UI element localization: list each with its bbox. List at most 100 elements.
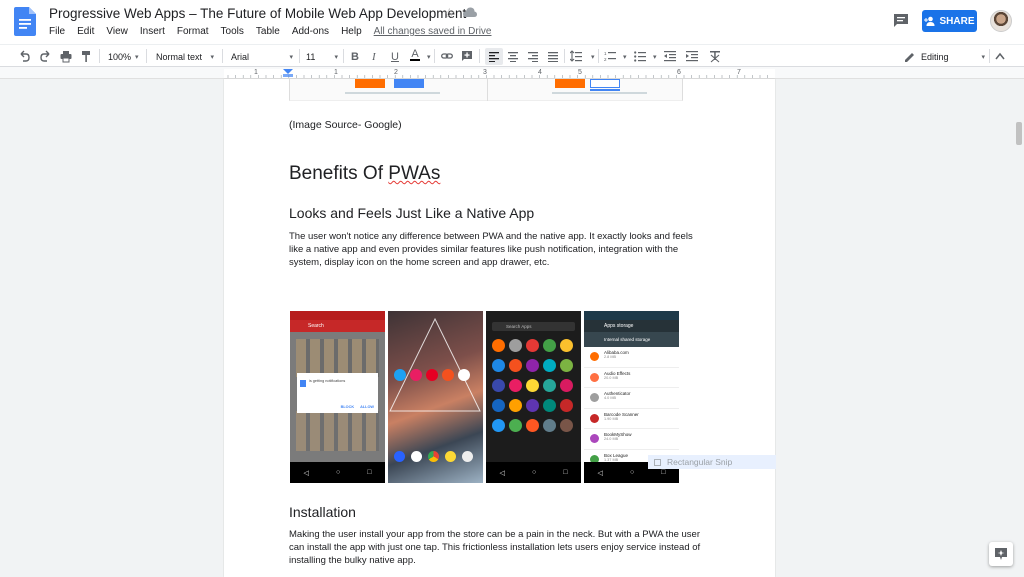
chevron-down-icon[interactable]: ▾ [653,49,657,64]
decrease-indent-icon[interactable] [664,49,676,64]
chevron-down-icon[interactable]: ▾ [591,49,595,64]
cloud-status-icon[interactable] [463,6,477,18]
align-right-icon[interactable] [528,49,538,64]
app-icon[interactable] [509,339,522,352]
justify-icon[interactable] [548,49,558,64]
app-icon[interactable] [458,369,470,381]
app-icon[interactable] [410,369,422,381]
avatar[interactable] [990,10,1012,32]
document-page[interactable]: (Image Source- Google) Benefits Of PWAs … [224,79,776,577]
app-icon[interactable] [509,379,522,392]
chrome-icon[interactable] [428,451,439,462]
app-icon[interactable] [509,419,522,432]
app-icon[interactable] [526,379,539,392]
app-icon[interactable] [526,359,539,372]
scrollbar-thumb[interactable] [1016,122,1022,145]
app-icon[interactable] [543,359,556,372]
redo-icon[interactable] [40,49,51,64]
app-icon[interactable] [411,451,422,462]
misspelled-word[interactable]: PWAs [388,163,440,184]
app-icon[interactable] [492,419,505,432]
app-search-bar[interactable]: Search Apps [492,322,575,331]
font-size-select[interactable]: 11 ▾ [306,49,338,64]
indent-marker-icon[interactable] [283,69,293,74]
align-center-icon[interactable] [508,49,518,64]
block-button[interactable]: BLOCK [341,405,355,409]
storage-list-item[interactable]: Authenticator 4.0 MB [584,388,679,409]
home-icon[interactable]: ○ [532,469,536,476]
menu-help[interactable]: Help [341,26,362,37]
pinterest-icon[interactable] [426,369,438,381]
app-icon[interactable] [560,359,573,372]
twitter-icon[interactable] [394,369,406,381]
undo-icon[interactable] [19,49,30,64]
chevron-down-icon[interactable]: ▾ [427,49,431,64]
line-spacing-icon[interactable] [570,49,582,64]
link-icon[interactable] [441,49,453,64]
align-left-button[interactable] [485,48,503,65]
app-icon[interactable] [492,339,505,352]
chevron-up-icon[interactable] [995,49,1005,64]
allow-button[interactable]: ALLOW [360,405,374,409]
recents-icon[interactable]: □ [661,469,665,476]
rectangular-snip-overlay[interactable]: Rectangular Snip [648,455,776,469]
comments-icon[interactable] [893,13,909,28]
home-icon[interactable]: ○ [336,469,340,476]
storage-list-item[interactable]: BookMyShow 24.0 MB [584,429,679,450]
app-icon[interactable] [445,451,456,462]
app-icon[interactable] [526,419,539,432]
numbered-list-icon[interactable]: 12 [604,49,616,64]
document-title[interactable]: Progressive Web Apps – The Future of Mob… [49,6,466,21]
home-icon[interactable]: ○ [630,469,634,476]
style-select[interactable]: Normal text ▾ [156,49,214,64]
app-icon[interactable] [560,399,573,412]
app-icon[interactable] [492,399,505,412]
explore-button[interactable] [989,542,1013,566]
app-icon[interactable] [526,399,539,412]
menu-insert[interactable]: Insert [140,26,165,37]
add-comment-icon[interactable] [461,49,473,64]
menu-table[interactable]: Table [256,26,280,37]
bulleted-list-icon[interactable] [634,49,646,64]
back-icon[interactable]: ◁ [598,469,603,477]
app-icon[interactable] [462,451,473,462]
storage-list-item[interactable]: Audio Effects 20.0 MB [584,368,679,388]
app-icon[interactable] [492,379,505,392]
clear-formatting-icon[interactable] [709,49,721,64]
app-icon[interactable] [543,419,556,432]
app-icon[interactable] [492,359,505,372]
menu-file[interactable]: File [49,26,65,37]
back-icon[interactable]: ◁ [500,469,505,477]
text-color-button[interactable]: A [410,49,420,64]
app-icon[interactable] [509,359,522,372]
italic-button[interactable]: I [372,49,376,64]
app-icon[interactable] [543,379,556,392]
share-button[interactable]: SHARE [922,10,977,32]
docs-logo-icon[interactable] [14,7,36,36]
recents-icon[interactable]: □ [563,469,567,476]
app-icon[interactable] [560,339,573,352]
app-icon[interactable] [526,339,539,352]
save-status-link[interactable]: All changes saved in Drive [374,26,492,37]
ruler-track[interactable]: 1 1 2 3 4 5 6 7 [224,69,775,78]
paint-format-icon[interactable] [81,49,91,64]
menu-tools[interactable]: Tools [221,26,244,37]
messages-icon[interactable] [394,451,405,462]
app-icon[interactable] [543,399,556,412]
app-icon[interactable] [560,379,573,392]
app-icon[interactable] [560,419,573,432]
menu-edit[interactable]: Edit [77,26,94,37]
storage-list-item[interactable]: Alibaba.com 2.8 MB [584,347,679,368]
bold-button[interactable]: B [351,49,359,64]
back-icon[interactable]: ◁ [304,469,309,477]
app-icon[interactable] [509,399,522,412]
storage-list-item[interactable]: Barcode Scanner 1.90 MB [584,409,679,429]
chevron-down-icon[interactable]: ▾ [623,49,627,64]
mode-select[interactable]: Editing ▾ [905,49,985,64]
menu-addons[interactable]: Add-ons [292,26,329,37]
menu-view[interactable]: View [106,26,128,37]
underline-button[interactable]: U [391,49,399,64]
recents-icon[interactable]: □ [367,469,371,476]
print-icon[interactable] [60,49,72,64]
app-icon[interactable] [442,369,454,381]
